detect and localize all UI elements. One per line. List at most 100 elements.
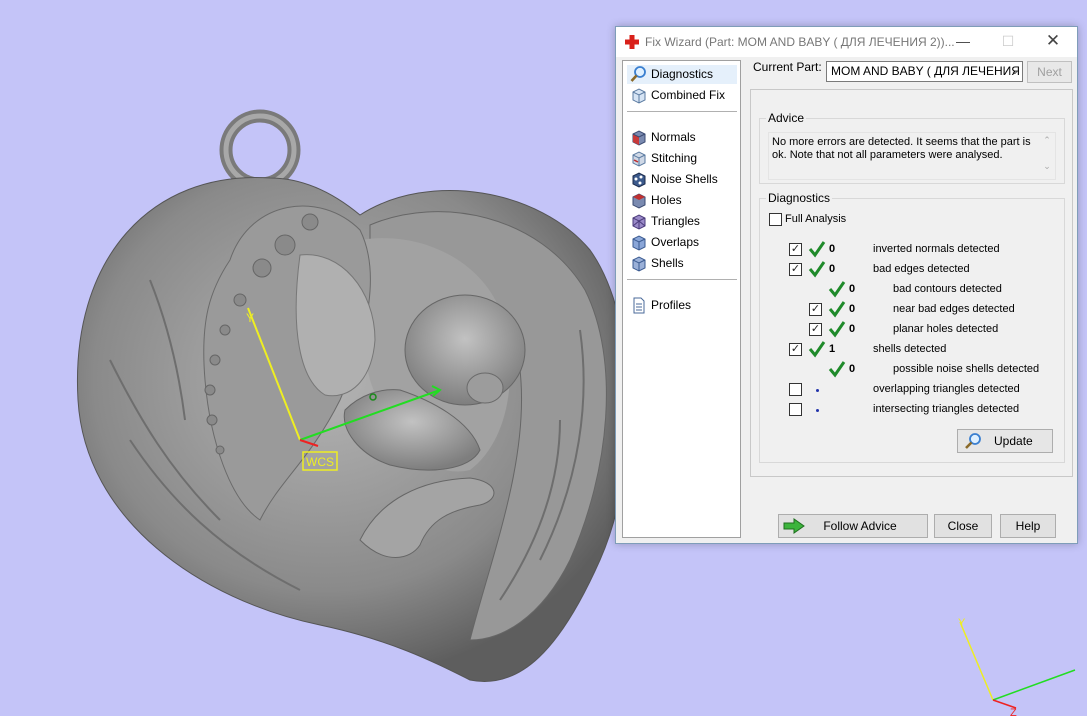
row-label: overlapping triangles detected	[873, 383, 1020, 395]
row-label: planar holes detected	[893, 323, 999, 335]
shells-icon	[632, 256, 646, 272]
holes-icon	[632, 193, 646, 209]
pendant-model[interactable]	[76, 109, 630, 682]
advice-group-label: Advice	[766, 111, 807, 125]
nav-item-holes[interactable]: Holes	[627, 191, 737, 210]
green-check-icon	[828, 301, 846, 318]
fix-nav-panel: Diagnostics Combined Fix Normals Stitchi…	[622, 60, 741, 538]
wcs-y-axis-label: Y	[246, 311, 254, 325]
triad-y-label: Y	[958, 617, 966, 629]
nav-item-diagnostics[interactable]: Diagnostics	[627, 65, 737, 84]
cube-icon	[632, 88, 646, 104]
row-checkbox[interactable]	[789, 403, 802, 416]
row-checkbox[interactable]: ✓	[809, 303, 822, 316]
row-count: 0	[849, 283, 856, 295]
diagnostics-group: Diagnostics Full Analysis ✓ 0 inverted n…	[759, 191, 1065, 463]
nav-item-profiles[interactable]: Profiles	[627, 296, 737, 315]
nav-label: Diagnostics	[651, 67, 714, 81]
nav-label: Stitching	[651, 151, 698, 165]
normals-cube-icon	[632, 130, 646, 146]
update-button[interactable]: Update	[957, 429, 1053, 453]
title-bar[interactable]: Fix Wizard (Part: MOM AND BABY ( ДЛЯ ЛЕЧ…	[616, 27, 1077, 57]
row-count: 0	[829, 263, 836, 275]
close-window-button[interactable]: ✕	[1031, 27, 1075, 57]
row-checkbox[interactable]: ✓	[789, 243, 802, 256]
row-label: possible noise shells detected	[893, 363, 1040, 375]
nav-item-stitching[interactable]: Stitching	[627, 149, 737, 168]
triad-z-label: Z	[1010, 707, 1017, 716]
row-label: intersecting triangles detected	[873, 403, 1020, 415]
advice-message: No more errors are detected. It seems th…	[772, 136, 1031, 161]
green-check-icon	[828, 361, 846, 378]
pending-dot-icon	[816, 389, 819, 392]
nav-label: Triangles	[651, 214, 700, 228]
nav-item-triangles[interactable]: Triangles	[627, 212, 737, 231]
nav-label: Noise Shells	[651, 172, 718, 186]
current-part-label: Current Part:	[753, 60, 822, 74]
maximize-button[interactable]: ☐	[986, 27, 1030, 57]
overlaps-icon	[632, 235, 646, 251]
green-check-icon	[828, 321, 846, 338]
row-checkbox[interactable]: ✓	[789, 343, 802, 356]
row-count: 0	[849, 323, 856, 335]
green-check-icon	[808, 341, 826, 358]
row-count: 0	[829, 243, 836, 255]
green-check-icon	[808, 261, 826, 278]
nav-label: Profiles	[651, 298, 692, 312]
diagnostics-group-label: Diagnostics	[766, 191, 833, 205]
row-label: shells detected	[873, 343, 947, 355]
row-count: 0	[849, 303, 856, 315]
row-count: 0	[849, 363, 856, 375]
nav-label: Normals	[651, 130, 696, 144]
green-check-icon	[828, 281, 846, 298]
orientation-triad: Y Z	[958, 617, 1076, 716]
advice-group: Advice No more errors are detected. It s…	[759, 111, 1065, 184]
nav-label: Holes	[651, 193, 682, 207]
full-analysis-checkbox[interactable]	[769, 213, 782, 226]
magnifier-icon	[630, 66, 646, 82]
nav-separator	[627, 111, 737, 112]
nav-label: Shells	[651, 256, 684, 270]
pending-dot-icon	[816, 409, 819, 412]
row-label: near bad edges detected	[893, 303, 1015, 315]
fix-wizard-window: Fix Wizard (Part: MOM AND BABY ( ДЛЯ ЛЕЧ…	[615, 26, 1078, 544]
nav-item-combined-fix[interactable]: Combined Fix	[627, 86, 737, 105]
row-checkbox[interactable]	[789, 383, 802, 396]
row-count: 1	[829, 343, 836, 355]
red-cross-icon	[625, 35, 639, 49]
nav-separator	[627, 279, 737, 280]
noise-shells-icon	[632, 172, 646, 188]
follow-advice-button[interactable]: Follow Advice	[778, 514, 928, 538]
nav-label: Overlaps	[651, 235, 700, 249]
row-label: bad contours detected	[893, 283, 1002, 295]
nav-item-overlaps[interactable]: Overlaps	[627, 233, 737, 252]
row-checkbox[interactable]: ✓	[789, 263, 802, 276]
chevron-down-icon: ⌄	[1010, 66, 1019, 77]
close-button[interactable]: Close	[934, 514, 992, 538]
current-part-select[interactable]: MOM AND BABY ( ДЛЯ ЛЕЧЕНИЯ ⌄	[826, 61, 1023, 82]
triangles-icon	[632, 214, 646, 230]
minimize-button[interactable]: —	[941, 27, 985, 57]
diagnostics-panel: Advice No more errors are detected. It s…	[750, 89, 1073, 477]
current-part-value: MOM AND BABY ( ДЛЯ ЛЕЧЕНИЯ	[831, 64, 1020, 78]
magnifier-icon	[965, 433, 981, 449]
full-analysis-label: Full Analysis	[785, 213, 847, 225]
advice-scrollbar[interactable]: ⌃ ⌄	[1040, 134, 1054, 178]
nav-item-normals[interactable]: Normals	[627, 128, 737, 147]
help-button[interactable]: Help	[1000, 514, 1056, 538]
wcs-label: WCS	[306, 455, 334, 469]
green-check-icon	[808, 241, 826, 258]
next-button[interactable]: Next	[1027, 61, 1072, 83]
update-label: Update	[994, 434, 1033, 448]
window-title: Fix Wizard (Part: MOM AND BABY ( ДЛЯ ЛЕЧ…	[645, 35, 955, 49]
document-icon	[633, 297, 645, 314]
row-checkbox[interactable]: ✓	[809, 323, 822, 336]
nav-item-noise-shells[interactable]: Noise Shells	[627, 170, 737, 189]
nav-label: Combined Fix	[651, 88, 726, 102]
row-label: bad edges detected	[873, 263, 970, 275]
stitching-icon	[632, 151, 646, 167]
nav-item-shells[interactable]: Shells	[627, 254, 737, 273]
advice-text: No more errors are detected. It seems th…	[768, 132, 1056, 180]
row-label: inverted normals detected	[873, 243, 1000, 255]
follow-advice-label: Follow Advice	[823, 519, 897, 533]
